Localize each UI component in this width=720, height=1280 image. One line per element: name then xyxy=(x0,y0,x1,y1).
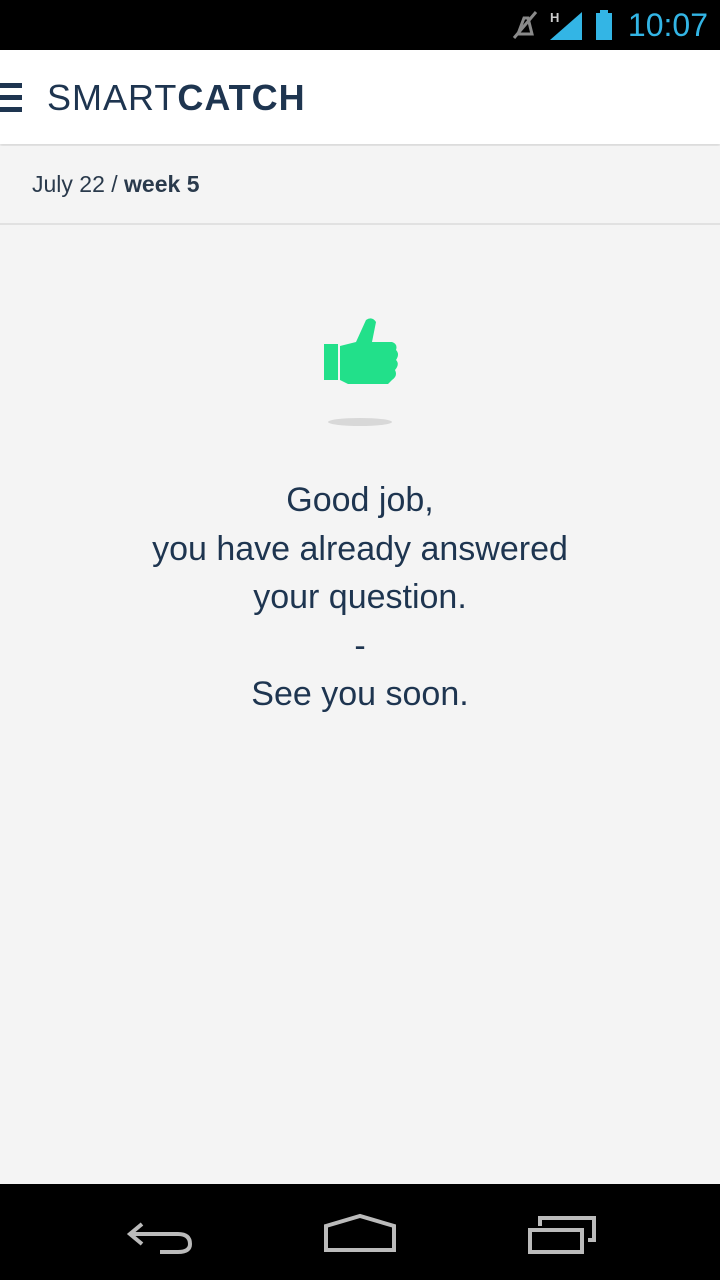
confirmation-message: Good job, you have already answered your… xyxy=(60,476,660,719)
week-label: week 5 xyxy=(124,171,200,197)
message-line: Good job, xyxy=(286,481,434,519)
date-label: July 22 xyxy=(32,171,105,197)
signal-h-icon: H xyxy=(550,10,582,40)
date-bar: July 22 / week 5 xyxy=(0,146,720,225)
message-line: you have already answered xyxy=(152,529,568,568)
mute-icon xyxy=(512,11,538,39)
app-bar: SMARTCATCH xyxy=(0,50,720,144)
status-bar: H 10:07 xyxy=(0,0,720,50)
recent-apps-icon[interactable] xyxy=(520,1202,600,1262)
battery-icon xyxy=(596,10,612,40)
logo-light-text: SMART xyxy=(47,77,178,118)
date-separator: / xyxy=(104,171,125,197)
app-logo: SMARTCATCH xyxy=(47,75,306,121)
hamburger-menu-icon[interactable] xyxy=(0,83,24,113)
message-divider: - xyxy=(354,626,366,665)
svg-text:H: H xyxy=(550,10,559,25)
message-line: See you soon. xyxy=(251,675,469,713)
status-icons: H xyxy=(510,8,620,42)
navigation-bar xyxy=(0,1184,720,1280)
home-icon[interactable] xyxy=(320,1202,400,1262)
date-breadcrumb: July 22 / week 5 xyxy=(32,170,200,198)
thumbs-up-icon xyxy=(322,316,400,388)
status-time: 10:07 xyxy=(627,7,708,43)
logo-bold-text: CATCH xyxy=(177,77,306,118)
message-line: your question. xyxy=(253,578,467,616)
back-icon[interactable] xyxy=(120,1202,200,1262)
icon-shadow xyxy=(328,418,392,426)
